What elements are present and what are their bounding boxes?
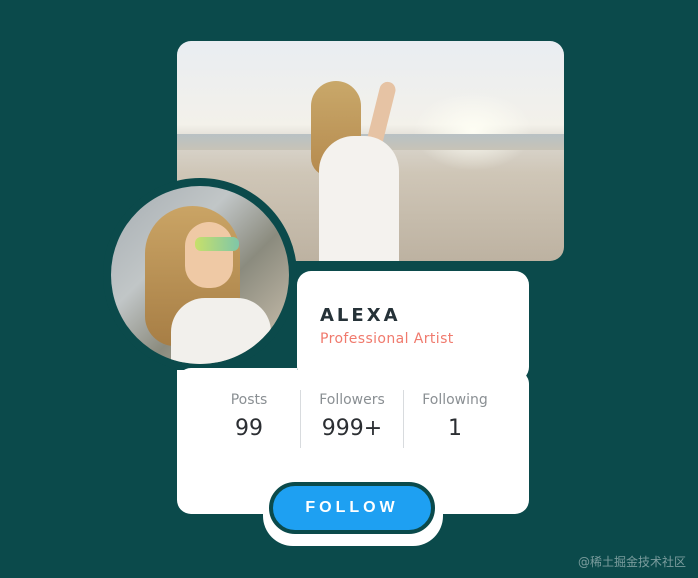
avatar[interactable]: [111, 186, 289, 364]
avatar-shirt: [171, 298, 271, 364]
stat-value: 1: [448, 416, 462, 441]
stat-label: Posts: [230, 392, 268, 408]
stat-value: 99: [235, 416, 263, 441]
profile-name: ALEXA: [320, 305, 401, 326]
profile-role: Professional Artist: [320, 331, 454, 347]
sunglasses-icon: [195, 237, 239, 251]
stat-divider: [300, 390, 301, 448]
sun-glow: [413, 91, 533, 171]
stat-label: Followers: [319, 392, 385, 408]
stat-label: Following: [422, 392, 488, 408]
stat-following[interactable]: Following 1: [405, 392, 505, 441]
stat-divider: [403, 390, 404, 448]
stat-followers[interactable]: Followers 999+: [302, 392, 402, 441]
cover-person-body: [319, 136, 399, 261]
name-card: [297, 271, 529, 381]
watermark: @稀土掘金技术社区: [577, 555, 686, 569]
stat-value: 999+: [321, 416, 383, 441]
avatar-face: [185, 222, 233, 288]
stat-posts[interactable]: Posts 99: [199, 392, 299, 441]
follow-button[interactable]: FOLLOW: [269, 482, 435, 534]
